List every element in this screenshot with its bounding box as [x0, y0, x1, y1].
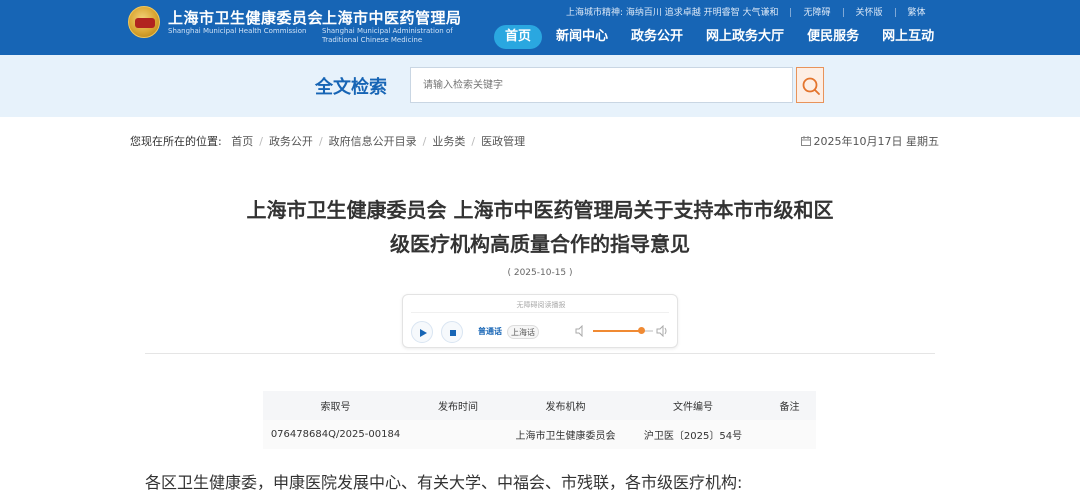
emblem-logo-icon[interactable] — [128, 6, 160, 38]
breadcrumb: 您现在所在的位置: 首页 / 政务公开 / 政府信息公开目录 / 业务类 / 医政管理 — [130, 135, 526, 148]
meta-value-cell: 076478684Q/2025-00184 — [263, 420, 408, 449]
publish-date: ( 2025-10-15 ) — [507, 268, 573, 278]
current-date-text: 2025年10月17日 星期五 — [813, 135, 940, 148]
volume-high-icon[interactable] — [656, 325, 668, 337]
audio-player: 无障碍阅读播报 普通话 上海话 — [402, 294, 678, 348]
search-title: 全文检索 — [315, 77, 387, 98]
meta-value-cell — [408, 420, 508, 449]
meta-header-cell: 备注 — [763, 391, 816, 420]
org1-name[interactable]: 上海市卫生健康委员会 — [168, 7, 323, 28]
org2-english-name: Shanghai Municipal Administration of Tra… — [322, 27, 453, 44]
search-band: 全文检索 — [0, 55, 1080, 117]
nav-news[interactable]: 新闻中心 — [547, 25, 617, 49]
nav-services[interactable]: 便民服务 — [798, 25, 868, 49]
mandarin-option[interactable]: 普通话 — [475, 325, 505, 339]
meta-value-row: 076478684Q/2025-00184 上海市卫生健康委员会 沪卫医〔202… — [263, 420, 816, 449]
meta-value-cell — [763, 420, 816, 449]
calendar-icon — [800, 136, 811, 146]
volume-low-icon[interactable] — [575, 325, 587, 337]
meta-header-cell: 发布机构 — [508, 391, 623, 420]
current-date: 2025年10月17日 星期五 — [800, 133, 940, 149]
org2-name[interactable]: 上海市中医药管理局 — [322, 7, 462, 28]
player-caption: 无障碍阅读播报 — [516, 301, 566, 309]
stop-button[interactable] — [441, 321, 463, 343]
meta-header-cell: 发布时间 — [408, 391, 508, 420]
play-button[interactable] — [411, 321, 433, 343]
article-title-line1: 上海市卫生健康委员会 上海市中医药管理局关于支持本市市级和区 — [246, 198, 834, 222]
volume-fill — [593, 330, 641, 332]
site-header: 上海市卫生健康委员会 Shanghai Municipal Health Com… — [0, 0, 1080, 55]
search-button[interactable] — [796, 67, 824, 103]
search-icon — [802, 77, 820, 95]
city-spirit-text: 上海城市精神: 海纳百川 追求卓越 开明睿智 大气谦和 — [566, 8, 779, 18]
meta-header-cell: 文件编号 — [623, 391, 763, 420]
top-links: 上海城市精神: 海纳百川 追求卓越 开明睿智 大气谦和 无障碍 关怀版 繁体 — [566, 5, 926, 18]
breadcrumb-home[interactable]: 首页 — [231, 135, 253, 148]
breadcrumb-business[interactable]: 业务类 — [432, 135, 465, 148]
nav-online-hall[interactable]: 网上政务大厅 — [697, 25, 793, 49]
breadcrumb-medical-admin[interactable]: 医政管理 — [481, 135, 525, 148]
meta-header-row: 索取号 发布时间 发布机构 文件编号 备注 — [263, 391, 816, 420]
volume-knob[interactable] — [638, 327, 645, 334]
breadcrumb-gov-affairs[interactable]: 政务公开 — [269, 135, 313, 148]
traditional-chinese-link[interactable]: 繁体 — [908, 5, 926, 18]
play-icon — [420, 329, 427, 337]
nav-home[interactable]: 首页 — [494, 25, 543, 49]
meta-value-cell: 上海市卫生健康委员会 — [508, 420, 623, 449]
stop-icon — [450, 330, 456, 336]
article-title-line2: 级医疗机构高质量合作的指导意见 — [390, 232, 690, 256]
breadcrumb-prefix: 您现在所在的位置: — [130, 135, 222, 148]
article-title: 上海市卫生健康委员会 上海市中医药管理局关于支持本市市级和区 级医疗机构高质量合… — [200, 193, 880, 261]
nav-interaction[interactable]: 网上互动 — [873, 25, 943, 49]
search-input[interactable] — [410, 67, 793, 103]
meta-header-cell: 索取号 — [263, 391, 408, 420]
main-nav: 首页 新闻中心 政务公开 网上政务大厅 便民服务 网上互动 — [494, 25, 948, 49]
breadcrumb-info-catalog[interactable]: 政府信息公开目录 — [329, 135, 417, 148]
volume-slider[interactable] — [593, 327, 653, 334]
shanghainese-option[interactable]: 上海话 — [507, 325, 539, 339]
content-divider — [145, 353, 935, 354]
accessibility-link[interactable]: 无障碍 — [803, 5, 830, 18]
document-meta-table: 索取号 发布时间 发布机构 文件编号 备注 076478684Q/2025-00… — [263, 391, 816, 449]
nav-gov-affairs[interactable]: 政务公开 — [622, 25, 692, 49]
article-body-first-line: 各区卫生健康委，申康医院发展中心、有关大学、中福会、市残联，各市级医疗机构: — [145, 473, 743, 492]
meta-value-cell: 沪卫医〔2025〕54号 — [623, 420, 763, 449]
care-mode-link[interactable]: 关怀版 — [856, 5, 883, 18]
org1-english-name: Shanghai Municipal Health Commission — [168, 27, 307, 35]
